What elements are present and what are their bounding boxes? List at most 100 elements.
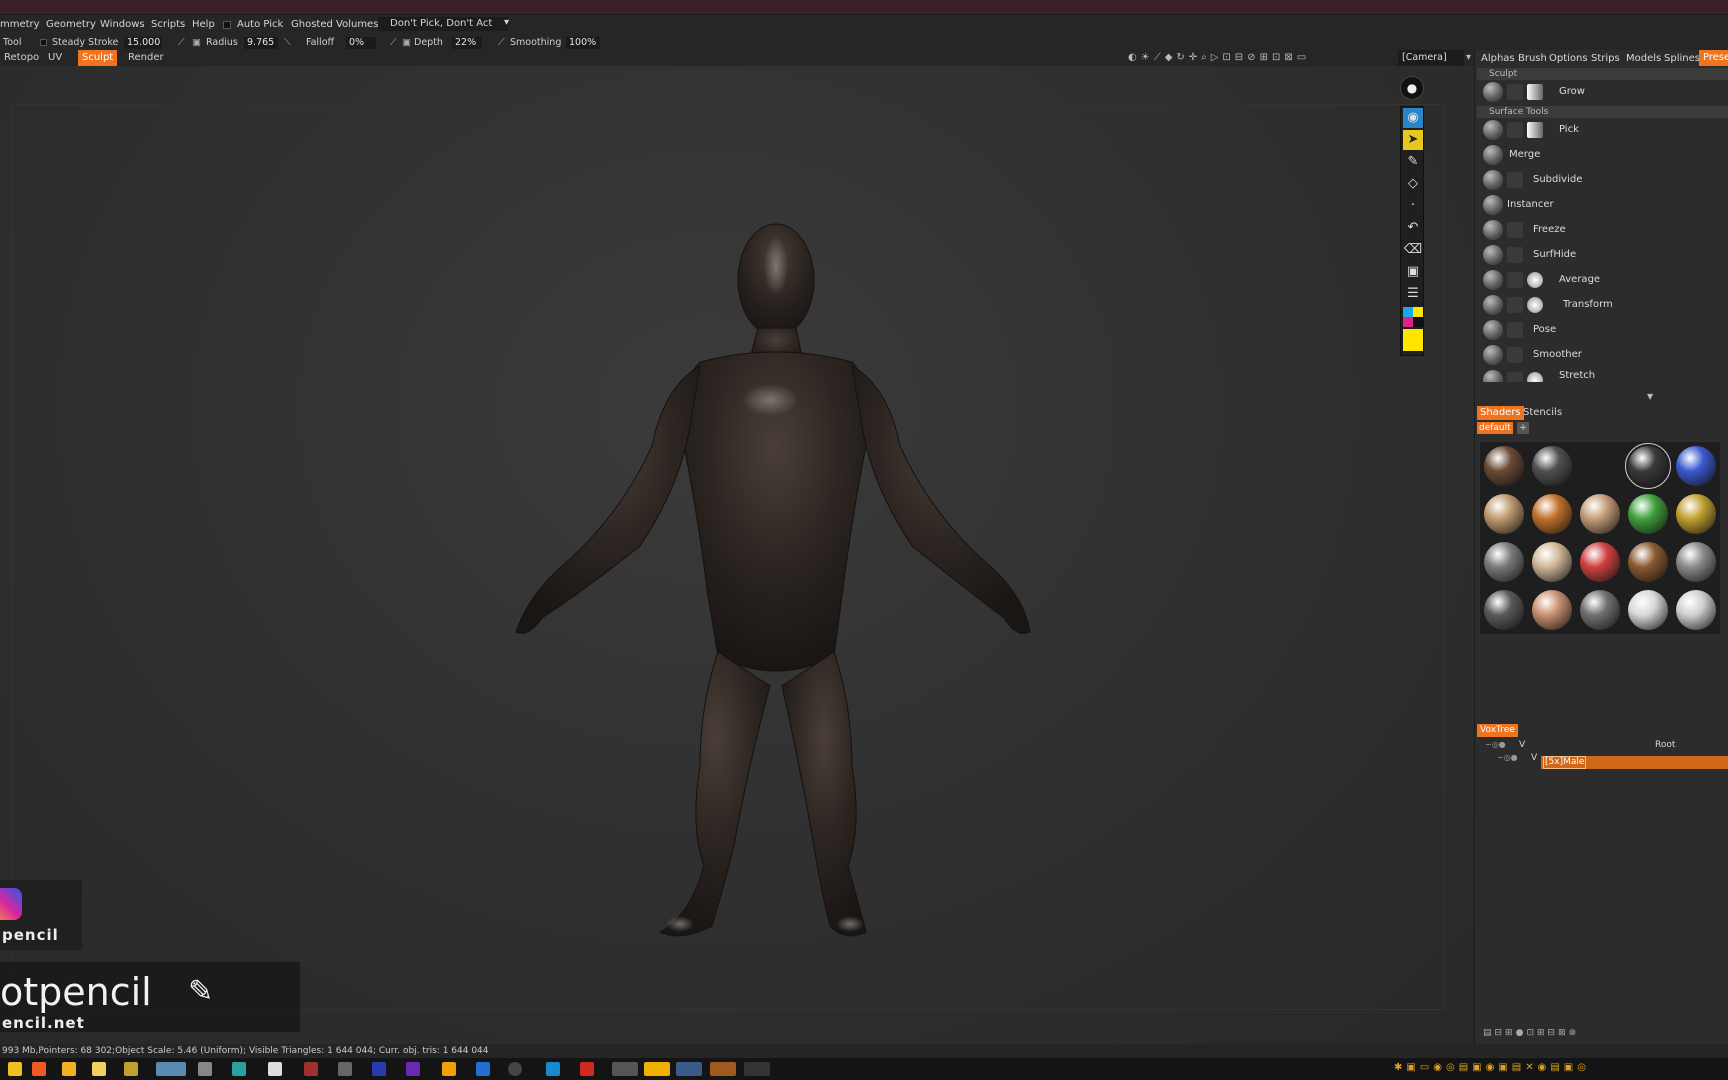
tab-retopo[interactable]: Retopo — [0, 50, 43, 66]
list-icon[interactable]: ☰ — [1403, 284, 1423, 304]
shader-ball[interactable] — [1580, 494, 1620, 534]
eye-icon[interactable]: ◉ — [1403, 108, 1423, 128]
brush-instancer[interactable]: Instancer — [1477, 193, 1728, 216]
shader-ball[interactable] — [1532, 542, 1572, 582]
shader-ball[interactable] — [1628, 590, 1668, 630]
section-surface-tools[interactable]: Surface Tools — [1477, 106, 1728, 118]
tab-render[interactable]: Render — [124, 50, 168, 66]
viewport-icons[interactable]: ◐☀⟋◆↻✛⌕▷⊡⊟⊘⊞⊡⊠▭ — [1128, 52, 1386, 64]
system-tray-icons[interactable]: ✱▣▭◉◎▤▣◉▣▤✕◉▤▣◎ — [1394, 1062, 1590, 1073]
shader-ball[interactable] — [1532, 590, 1572, 630]
menu-geometry[interactable]: Geometry — [46, 19, 96, 30]
shader-ball[interactable] — [1484, 590, 1524, 630]
shader-preset-select[interactable]: default — [1477, 422, 1513, 434]
steady-stroke-checkbox[interactable] — [40, 39, 47, 46]
undo-icon[interactable]: ↶ — [1403, 218, 1423, 238]
photoshop-icon[interactable] — [372, 1062, 386, 1076]
premiere-icon[interactable] — [406, 1062, 420, 1076]
shader-ball[interactable] — [1676, 446, 1716, 486]
brush-pose[interactable]: Pose — [1477, 318, 1728, 341]
app-icon[interactable] — [508, 1062, 522, 1076]
tree-root-label[interactable]: Root — [1655, 740, 1675, 750]
tab-alphas[interactable]: Alphas — [1481, 53, 1515, 64]
camera-icon[interactable]: ▣ — [1403, 262, 1423, 282]
pencil-icon[interactable]: ✎ — [1403, 152, 1423, 172]
auto-pick-checkbox[interactable] — [223, 21, 231, 29]
folder-icon[interactable] — [62, 1062, 76, 1076]
depth-lock-icon[interactable]: ▣ — [402, 37, 411, 48]
current-color-swatch[interactable] — [1403, 329, 1423, 351]
tab-presets[interactable]: Prese — [1699, 50, 1728, 66]
select-cursor-icon[interactable]: ➤ — [1403, 130, 1423, 150]
3d-viewport[interactable]: pencil otpencil ✎ encil.net — [0, 66, 1474, 1044]
brush-subdivide[interactable]: Subdivide — [1477, 168, 1728, 191]
shader-ball[interactable] — [1628, 494, 1668, 534]
menu-windows[interactable]: Windows — [100, 19, 145, 30]
app-icon[interactable] — [612, 1062, 638, 1076]
tab-brush[interactable]: Brush — [1518, 53, 1547, 64]
brush-surfhide[interactable]: SurfHide — [1477, 243, 1728, 266]
trash-icon[interactable]: ⌫ — [1403, 240, 1423, 260]
app-icon[interactable] — [198, 1062, 212, 1076]
shader-ball[interactable] — [1580, 590, 1620, 630]
shader-ball[interactable] — [1580, 446, 1620, 486]
lock-icon[interactable]: ▣ — [192, 37, 201, 48]
menu-help[interactable]: Help — [192, 19, 215, 30]
app-icon[interactable] — [338, 1062, 352, 1076]
tree-visibility-toggle[interactable]: V — [1531, 753, 1537, 763]
app-icon[interactable] — [644, 1062, 670, 1076]
shader-ball[interactable] — [1484, 494, 1524, 534]
lightbulb-icon[interactable]: ● — [1400, 76, 1424, 100]
steady-stroke-value[interactable]: 15.000 — [124, 37, 162, 49]
dot-icon[interactable]: · — [1403, 196, 1423, 216]
ghosted-volumes-select[interactable]: Don't Pick, Don't Act — [378, 17, 508, 31]
depth-value[interactable]: 22% — [452, 37, 482, 49]
color-swatch-magenta[interactable] — [1403, 317, 1413, 327]
add-preset-icon[interactable]: + — [1517, 422, 1529, 434]
shader-ball[interactable] — [1676, 590, 1716, 630]
folder-icon[interactable] — [124, 1062, 138, 1076]
app-icon[interactable] — [232, 1062, 246, 1076]
voxtree-toolbar-icons[interactable]: ▤⊟⊞●⊡⊞⊟⊠⊗ — [1483, 1028, 1579, 1038]
folder-icon[interactable] — [92, 1062, 106, 1076]
color-swatch-cyan[interactable] — [1403, 307, 1413, 317]
brush-pick[interactable]: Pick — [1477, 118, 1728, 141]
app-icon[interactable] — [156, 1062, 186, 1076]
shader-ball[interactable] — [1484, 446, 1524, 486]
tab-strips[interactable]: Strips — [1591, 53, 1620, 64]
menu-scripts[interactable]: Scripts — [151, 19, 185, 30]
tab-stencils[interactable]: Stencils — [1523, 407, 1562, 418]
color-swatch-yellow[interactable] — [1413, 307, 1423, 317]
app-icon[interactable] — [304, 1062, 318, 1076]
color-swatch-black[interactable] — [1413, 317, 1423, 327]
shader-ball[interactable] — [1676, 494, 1716, 534]
tab-options[interactable]: Options — [1549, 53, 1588, 64]
section-sculpt[interactable]: Sculpt — [1477, 68, 1728, 80]
tab-models[interactable]: Models — [1626, 53, 1661, 64]
shader-ball[interactable] — [1484, 542, 1524, 582]
app-icon[interactable] — [710, 1062, 736, 1076]
chevron-down-icon[interactable]: ▾ — [504, 17, 509, 28]
app-icon[interactable] — [8, 1062, 22, 1076]
menu-symmetry[interactable]: mmetry — [0, 19, 40, 30]
tree-item-selected[interactable]: [5x]Male — [1541, 756, 1728, 769]
falloff-value[interactable]: 0% — [346, 37, 376, 49]
app-icon[interactable] — [676, 1062, 702, 1076]
shader-ball[interactable] — [1532, 494, 1572, 534]
tab-voxtree[interactable]: VoxTree — [1477, 724, 1518, 737]
brush-merge[interactable]: Merge — [1477, 143, 1728, 166]
app-icon[interactable] — [744, 1062, 770, 1076]
tab-uv[interactable]: UV — [44, 50, 66, 66]
tree-expand-icon[interactable]: −◎● — [1497, 753, 1518, 762]
brush-freeze[interactable]: Freeze — [1477, 218, 1728, 241]
brush-smoother[interactable]: Smoother — [1477, 343, 1728, 366]
eraser-icon[interactable]: ◇ — [1403, 174, 1423, 194]
smoothing-value[interactable]: 100% — [566, 37, 600, 49]
tree-visibility-toggle[interactable]: V — [1519, 740, 1525, 750]
camera-select[interactable]: [Camera] — [1398, 50, 1464, 66]
brush-grow[interactable]: Grow — [1477, 80, 1728, 103]
tab-splines[interactable]: Splines — [1664, 53, 1700, 64]
male-model[interactable] — [0, 66, 1474, 1044]
tab-sculpt[interactable]: Sculpt — [78, 50, 118, 66]
tab-shaders[interactable]: Shaders — [1477, 406, 1524, 420]
